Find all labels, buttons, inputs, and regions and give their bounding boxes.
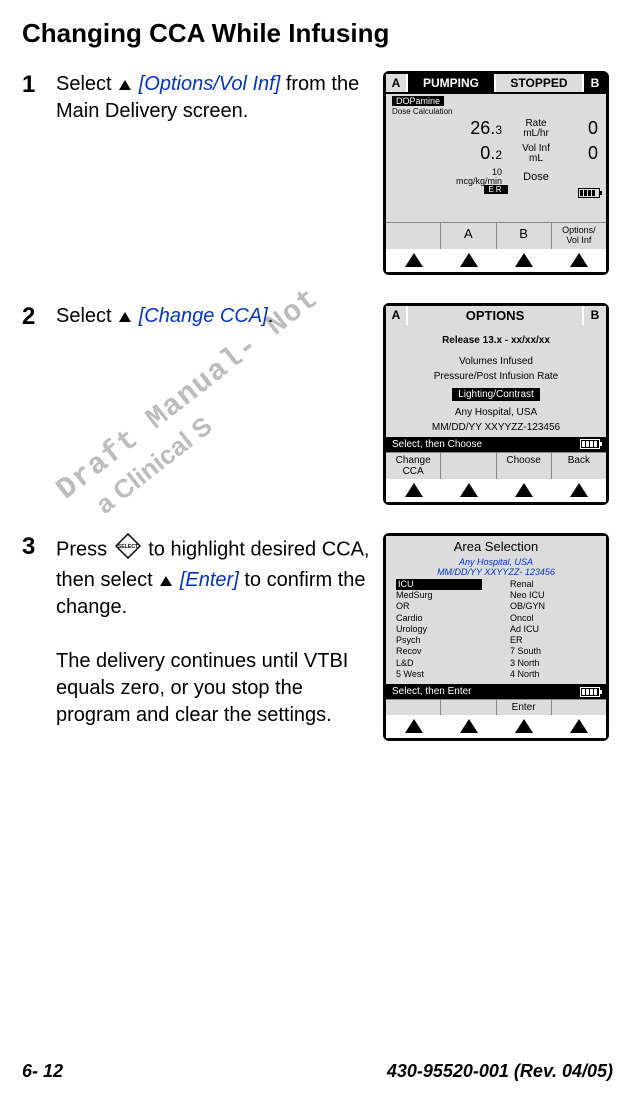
softkey-arrow-2[interactable] bbox=[441, 483, 496, 500]
er-badge: ER bbox=[484, 185, 507, 194]
dose-label: Dose bbox=[508, 172, 564, 183]
area-item[interactable]: Recov bbox=[396, 646, 482, 657]
softkey-blank[interactable] bbox=[552, 700, 606, 715]
channel-b-tab[interactable]: B bbox=[584, 74, 606, 92]
options-screen: A OPTIONS B Release 13.x - xx/xx/xx Volu… bbox=[383, 303, 609, 505]
softkey-arrow-3[interactable] bbox=[496, 719, 551, 736]
enter-ref: [Enter] bbox=[180, 569, 239, 591]
page-title: Changing CCA While Infusing bbox=[22, 18, 613, 49]
hospital-id: MM/DD/YY XXYYZZ-123456 bbox=[390, 422, 602, 433]
release-label: Release 13.x - xx/xx/xx bbox=[390, 335, 602, 346]
area-selection-screen: Area Selection Any Hospital, USA MM/DD/Y… bbox=[383, 533, 609, 741]
channel-a-tab[interactable]: A bbox=[386, 306, 408, 325]
softkey-blank[interactable] bbox=[441, 453, 496, 479]
softkey-blank[interactable] bbox=[386, 223, 441, 249]
area-column-b: Renal Neo ICU OB/GYN Oncol Ad ICU ER 7 S… bbox=[510, 579, 596, 680]
area-item[interactable]: OR bbox=[396, 601, 482, 612]
rate-value: 26.3 bbox=[394, 118, 508, 139]
step-2-number: 2 bbox=[22, 303, 56, 332]
softkey-up-icon bbox=[160, 576, 172, 586]
area-item[interactable]: 7 South bbox=[510, 646, 596, 657]
option-volumes-infused[interactable]: Volumes Infused bbox=[390, 356, 602, 367]
softkey-arrow-1[interactable] bbox=[386, 253, 441, 270]
area-item[interactable]: ER bbox=[510, 635, 596, 646]
vol-inf-label: Vol InfmL bbox=[508, 144, 564, 164]
area-item[interactable]: Cardio bbox=[396, 613, 482, 624]
step-2-text: Select [Change CCA]. bbox=[56, 303, 383, 330]
step-3-text: Press SELECT to highlight desired CCA, t… bbox=[56, 533, 383, 729]
area-selection-title: Area Selection bbox=[386, 536, 606, 557]
softkey-blank[interactable] bbox=[386, 700, 441, 715]
dose-calc-label: Dose Calculation bbox=[392, 107, 606, 116]
softkey-back[interactable]: Back bbox=[552, 453, 606, 479]
softkey-blank[interactable] bbox=[441, 700, 496, 715]
rate-value-b: 0 bbox=[564, 118, 598, 139]
step-1-text: Select [Options/Vol Inf] from the Main D… bbox=[56, 71, 383, 125]
softkey-arrow-4[interactable] bbox=[551, 719, 606, 736]
softkey-options-vol-inf[interactable]: Options/Vol Inf bbox=[552, 223, 606, 249]
area-column-a: ICU MedSurg OR Cardio Urology Psych Reco… bbox=[396, 579, 482, 680]
softkey-arrow-3[interactable] bbox=[496, 483, 551, 500]
area-item[interactable]: MedSurg bbox=[396, 590, 482, 601]
softkey-arrow-1[interactable] bbox=[386, 719, 441, 736]
area-item[interactable]: Psych bbox=[396, 635, 482, 646]
area-item[interactable]: L&D bbox=[396, 658, 482, 669]
battery-icon bbox=[580, 439, 600, 449]
vol-inf-value: 0.2 bbox=[394, 143, 508, 164]
softkey-arrow-4[interactable] bbox=[551, 483, 606, 500]
step-3-paragraph-2: The delivery continues until VTBI equals… bbox=[56, 650, 348, 726]
area-item[interactable]: Oncol bbox=[510, 613, 596, 624]
options-title: OPTIONS bbox=[408, 306, 584, 325]
select-then-enter-label: Select, then Enter bbox=[392, 686, 472, 697]
channel-a-tab[interactable]: A bbox=[386, 74, 408, 92]
softkey-choose[interactable]: Choose bbox=[497, 453, 552, 479]
area-item[interactable]: Ad ICU bbox=[510, 624, 596, 635]
option-lighting-contrast[interactable]: Lighting/Contrast bbox=[452, 388, 540, 401]
softkey-arrow-3[interactable] bbox=[496, 253, 551, 270]
channel-b-tab[interactable]: B bbox=[584, 306, 606, 325]
hospital-label: Any Hospital, USA bbox=[386, 557, 606, 567]
area-item[interactable]: Neo ICU bbox=[510, 590, 596, 601]
drug-label: DOPamine bbox=[392, 96, 444, 106]
area-item-icu[interactable]: ICU bbox=[396, 579, 482, 590]
softkey-arrow-1[interactable] bbox=[386, 483, 441, 500]
step-1-number: 1 bbox=[22, 71, 56, 100]
softkey-arrow-4[interactable] bbox=[551, 253, 606, 270]
vol-inf-value-b: 0 bbox=[564, 143, 598, 164]
softkey-enter[interactable]: Enter bbox=[497, 700, 552, 715]
main-delivery-screen: A PUMPING STOPPED B DOPamine Dose Calcul… bbox=[383, 71, 609, 275]
area-item[interactable]: 3 North bbox=[510, 658, 596, 669]
option-pressure-post-rate[interactable]: Pressure/Post Infusion Rate bbox=[390, 371, 602, 382]
stopped-status: STOPPED bbox=[496, 74, 584, 92]
hospital-label: Any Hospital, USA bbox=[390, 407, 602, 418]
select-button-icon: SELECT bbox=[115, 533, 141, 567]
select-then-choose-label: Select, then Choose bbox=[392, 439, 482, 450]
battery-icon bbox=[578, 188, 600, 198]
softkey-arrow-2[interactable] bbox=[441, 253, 496, 270]
softkey-change-cca[interactable]: ChangeCCA bbox=[386, 453, 441, 479]
softkey-a[interactable]: A bbox=[441, 223, 496, 249]
hospital-id: MM/DD/YY XXYYZZ- 123456 bbox=[386, 567, 606, 577]
softkey-b[interactable]: B bbox=[497, 223, 552, 249]
area-item[interactable]: OB/GYN bbox=[510, 601, 596, 612]
svg-text:SELECT: SELECT bbox=[117, 544, 138, 550]
battery-icon bbox=[580, 687, 600, 697]
softkey-up-icon bbox=[119, 312, 131, 322]
step-3-number: 3 bbox=[22, 533, 56, 562]
softkey-up-icon bbox=[119, 80, 131, 90]
area-item[interactable]: 5 West bbox=[396, 669, 482, 680]
pumping-status: PUMPING bbox=[408, 74, 496, 92]
page-number: 6- 12 bbox=[22, 1061, 63, 1082]
change-cca-ref: [Change CCA] bbox=[139, 305, 268, 327]
area-item[interactable]: Urology bbox=[396, 624, 482, 635]
rate-label: RatemL/hr bbox=[508, 119, 564, 139]
options-vol-inf-ref: [Options/Vol Inf] bbox=[139, 73, 281, 95]
area-item[interactable]: Renal bbox=[510, 579, 596, 590]
softkey-arrow-2[interactable] bbox=[441, 719, 496, 736]
area-item[interactable]: 4 North bbox=[510, 669, 596, 680]
document-id: 430-95520-001 (Rev. 04/05) bbox=[387, 1061, 613, 1082]
